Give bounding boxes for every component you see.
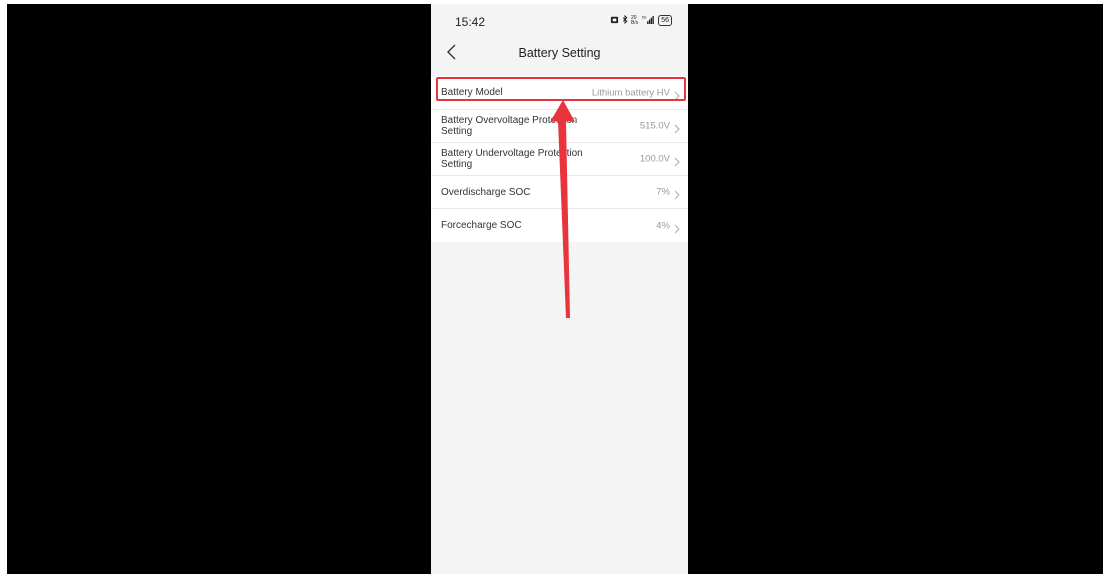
highlight-box (436, 77, 686, 101)
chevron-right-icon (674, 187, 680, 200)
alarm-icon (610, 15, 619, 26)
chevron-right-icon (674, 121, 680, 134)
page-title: Battery Setting (518, 46, 601, 60)
letterbox-right (688, 4, 1103, 574)
signal-icon: 5G (641, 15, 655, 26)
chevron-right-icon (674, 154, 680, 167)
setting-value: 515.0V (639, 120, 670, 132)
annotation-arrow (550, 100, 575, 318)
status-icons: 20 B/s 5G 56 (610, 14, 672, 26)
chevron-right-icon (674, 221, 680, 233)
setting-value: 4% (656, 220, 670, 231)
bluetooth-icon (622, 14, 628, 26)
battery-icon: 56 (658, 15, 672, 26)
svg-text:5G: 5G (642, 16, 647, 20)
status-time: 15:42 (455, 15, 486, 29)
setting-value: 100.0V (639, 153, 670, 165)
header: Battery Setting (431, 38, 688, 68)
setting-value: 7% (656, 186, 670, 198)
screen: 15:42 20 B/s 5G 56 Battery Setting Batte… (0, 0, 1110, 574)
letterbox-left (7, 4, 431, 574)
status-bar: 15:42 20 B/s 5G 56 (431, 4, 688, 38)
data-speed-icon: 20 B/s (630, 14, 639, 26)
